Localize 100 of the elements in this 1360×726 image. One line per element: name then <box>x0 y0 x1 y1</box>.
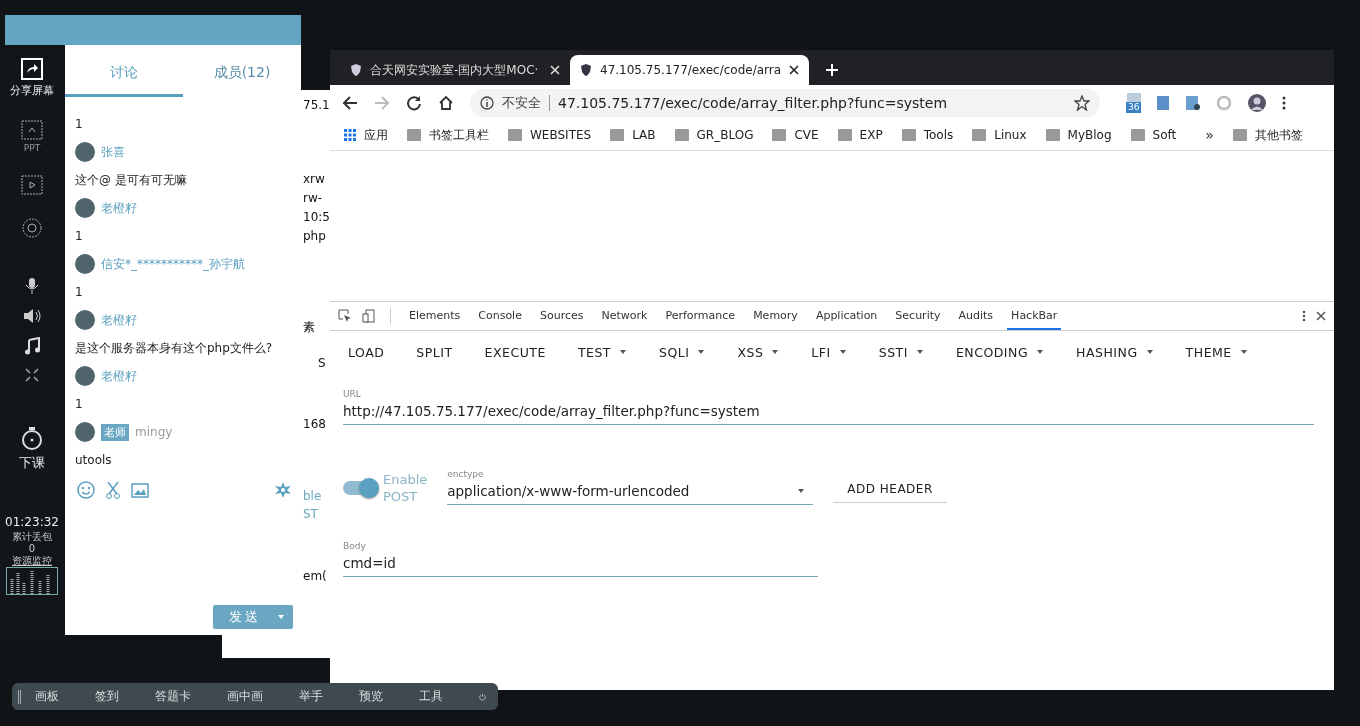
menu-button[interactable]: SQLI <box>647 337 718 367</box>
folder-icon <box>1232 129 1247 141</box>
bookmark-item[interactable]: 其他书签 <box>1232 126 1303 144</box>
toolbar-button[interactable]: 举手 <box>299 688 324 705</box>
folder-icon <box>508 129 522 141</box>
devtools-tab[interactable]: Memory <box>749 302 802 330</box>
ppt-label[interactable]: PPT <box>23 143 41 153</box>
avatar-icon <box>75 142 95 162</box>
caret-icon <box>277 613 285 621</box>
share-screen-label[interactable]: 分享屏幕 <box>10 83 54 98</box>
toolbar-button[interactable]: 答题卡 <box>155 688 192 705</box>
menu-button[interactable]: ENCODING <box>943 337 1057 367</box>
bookmark-item[interactable]: GR_BLOG <box>674 128 754 142</box>
action-button[interactable]: SPLIT <box>404 337 465 367</box>
menu-button[interactable]: SSTI <box>866 337 936 367</box>
new-tab-icon[interactable] <box>825 63 840 77</box>
url-field[interactable]: URL http://47.105.75.177/exec/code/array_filter.php?func=system <box>343 389 1314 425</box>
field-label: enctype <box>447 469 485 479</box>
resource-monitor-link[interactable]: 资源监控 <box>12 555 52 567</box>
chat-tab[interactable]: 成员(12) <box>183 45 301 97</box>
menu-button[interactable]: HASHING <box>1064 337 1166 367</box>
devtools-tab[interactable]: Network <box>597 302 652 330</box>
toolbar-button[interactable]: 签到 <box>95 688 120 705</box>
devtools-tab[interactable]: Sources <box>535 302 588 330</box>
bookmark-item[interactable]: Soft <box>1130 128 1177 142</box>
text-fragment: xrw <box>303 172 325 186</box>
bookmark-item[interactable]: EXP <box>837 128 883 142</box>
image-icon[interactable] <box>131 482 149 498</box>
role-badge: 老师 <box>101 423 129 441</box>
field-value: http://47.105.75.177/exec/code/array_filter.php?func=system <box>343 403 761 419</box>
body-field[interactable]: Body cmd=id <box>343 541 818 577</box>
devtools-tab[interactable]: Elements <box>405 302 465 330</box>
stopwatch-icon[interactable] <box>20 425 44 451</box>
more-icon[interactable] <box>1302 310 1306 322</box>
avatar-icon <box>75 422 95 442</box>
action-button[interactable]: EXECUTE <box>472 337 558 367</box>
extension-badge: 36 <box>1126 101 1142 113</box>
share-screen-icon[interactable] <box>21 58 43 80</box>
bookmark-item[interactable]: LAB <box>610 128 656 142</box>
back-icon[interactable] <box>342 94 358 111</box>
avatar-icon[interactable] <box>1247 92 1268 113</box>
star-icon[interactable] <box>1074 94 1090 111</box>
grip-handle[interactable] <box>18 689 22 704</box>
music-note-icon[interactable] <box>24 337 40 355</box>
address-bar[interactable]: 不安全 47.105.75.177/exec/code/array_filter.php?func=system <box>470 88 1100 117</box>
avatar-icon <box>75 254 95 274</box>
field-value: application/x-www-form-urlencoded <box>447 483 690 499</box>
toolbar-button[interactable]: 画板 <box>35 688 60 705</box>
more-icon[interactable] <box>1282 95 1287 110</box>
info-icon <box>480 95 494 110</box>
devtools-tab[interactable]: Performance <box>661 302 740 330</box>
bookmark-item[interactable]: 应用 <box>344 126 388 144</box>
menu-button[interactable]: XSS <box>725 337 792 367</box>
security-label: 不安全 <box>502 93 541 112</box>
bookmark-item[interactable]: MyBlog <box>1045 128 1112 142</box>
home-icon[interactable] <box>438 94 454 111</box>
microphone-icon[interactable] <box>24 277 40 295</box>
devtools-tab[interactable]: Security <box>891 302 945 330</box>
end-class-label[interactable]: 下课 <box>19 454 45 472</box>
camera-icon[interactable] <box>21 217 43 239</box>
toolbar-button[interactable]: 画中画 <box>227 688 264 705</box>
video-icon[interactable] <box>21 175 43 195</box>
bookmark-item[interactable]: CVE <box>772 128 819 142</box>
bookmark-item[interactable]: Tools <box>901 128 954 142</box>
post-toggle[interactable] <box>343 481 377 495</box>
devtools-tab[interactable]: Audits <box>954 302 998 330</box>
devtools-tab[interactable]: HackBar <box>1007 302 1062 330</box>
close-icon[interactable] <box>789 65 800 75</box>
inspect-icon[interactable] <box>338 309 352 323</box>
scissors-icon[interactable] <box>105 481 121 499</box>
toolbar-button[interactable]: 预览 <box>359 688 384 705</box>
devtools-tab[interactable]: Application <box>811 302 882 330</box>
bookmark-item[interactable]: WEBSITES <box>508 128 592 142</box>
bookmark-item[interactable]: 书签工具栏 <box>407 126 489 144</box>
browser-tab[interactable]: 47.105.75.177/exec/code/arra <box>570 55 810 85</box>
close-icon[interactable] <box>1316 311 1326 321</box>
bookmark-item[interactable]: Linux <box>972 128 1027 142</box>
shrink-icon[interactable] <box>24 367 40 383</box>
text-fragment: 75.1 <box>303 98 330 112</box>
text-fragment: 素 <box>303 319 315 336</box>
enctype-select[interactable]: enctype application/x-www-form-urlencoded <box>447 469 814 505</box>
device-toolbar-icon[interactable] <box>362 309 376 323</box>
message-text: 这个@ 是可有可无嘛 <box>75 172 188 189</box>
devtools-tab[interactable]: Console <box>474 302 526 330</box>
document-icon[interactable] <box>1156 94 1171 111</box>
speaker-icon[interactable] <box>22 307 42 325</box>
menu-button[interactable]: THEME <box>1173 337 1260 367</box>
text-fragment: 168 <box>303 417 326 431</box>
add-header-button[interactable]: ADD HEADER <box>833 476 947 503</box>
menu-button[interactable]: TEST <box>565 337 639 367</box>
smiley-icon[interactable] <box>77 481 95 499</box>
browser-tab[interactable]: 合天网安实验室-国内大型MOC· <box>340 55 570 85</box>
more-bookmarks-button[interactable]: » <box>1205 127 1214 143</box>
text-fragment: 10:5 <box>303 210 330 224</box>
text-fragment: ble <box>303 489 322 503</box>
menu-button[interactable]: LFI <box>799 337 859 367</box>
ppt-icon[interactable] <box>21 120 43 140</box>
action-button[interactable]: LOAD <box>336 337 397 367</box>
toolbar-button[interactable]: 工具 <box>419 688 444 705</box>
reload-icon[interactable] <box>406 94 422 111</box>
